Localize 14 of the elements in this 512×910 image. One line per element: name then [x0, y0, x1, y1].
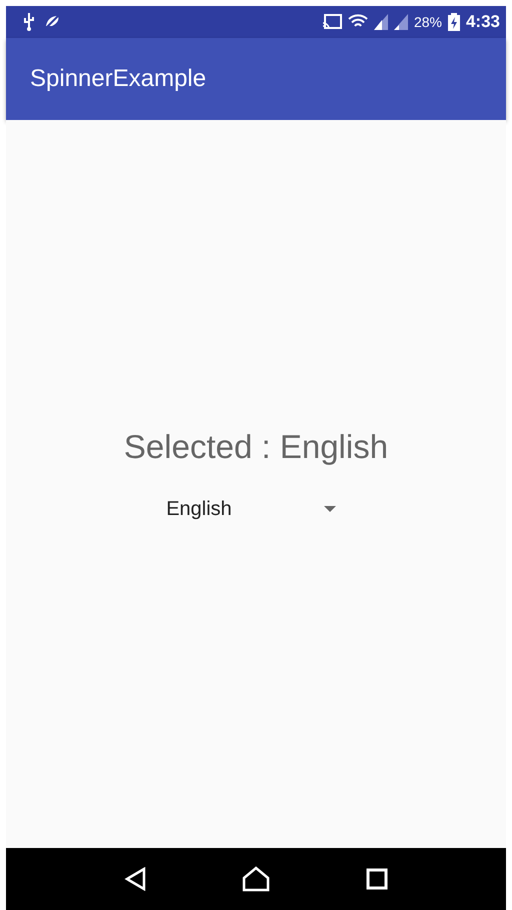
selected-label: Selected : English [124, 428, 388, 466]
signal-icon [374, 14, 388, 30]
recents-icon[interactable] [366, 868, 388, 890]
signal-icon [394, 14, 408, 30]
cast-icon [322, 14, 342, 30]
app-title: SpinnerExample [30, 65, 206, 93]
language-spinner[interactable]: English [166, 494, 336, 524]
clock-time: 4:33 [466, 12, 500, 32]
home-icon[interactable] [242, 866, 270, 892]
back-icon[interactable] [124, 867, 146, 891]
usb-icon [22, 12, 36, 32]
battery-charging-icon [448, 13, 460, 31]
battery-percent: 28% [414, 14, 442, 30]
dropdown-caret-icon [324, 506, 336, 512]
